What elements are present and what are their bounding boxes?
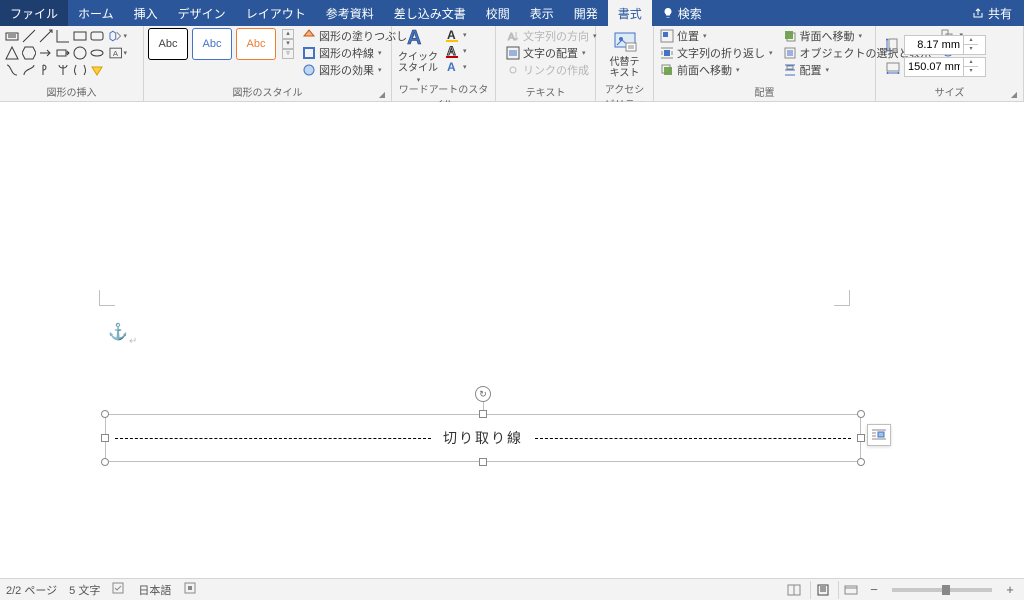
status-words[interactable]: 5 文字 bbox=[69, 582, 100, 598]
share-icon bbox=[972, 7, 984, 19]
tab-format[interactable]: 書式 bbox=[608, 0, 652, 26]
tab-review[interactable]: 校閲 bbox=[476, 0, 520, 26]
view-print-layout[interactable] bbox=[810, 581, 834, 599]
tab-view[interactable]: 表示 bbox=[520, 0, 564, 26]
zoom-thumb[interactable] bbox=[942, 585, 950, 595]
tab-references[interactable]: 参考資料 bbox=[316, 0, 384, 26]
height-icon bbox=[884, 36, 902, 54]
dashed-line-left bbox=[115, 438, 431, 439]
alt-text-button[interactable]: 代替テ キスト bbox=[603, 28, 647, 80]
view-web-layout[interactable] bbox=[838, 581, 862, 599]
group-arrange: 位置▾ 文字列の折り返し▾ 前面へ移動▾ 背面へ移動▾ オブジェクトの選択と表示… bbox=[654, 26, 876, 101]
shape-style-1[interactable]: Abc bbox=[148, 28, 188, 60]
create-link-button: リンクの作成 bbox=[506, 62, 597, 78]
group-shape-styles: Abc Abc Abc ▴▾▿ 図形の塗りつぶし▾ 図形の枠線▾ 図形の効果▾ … bbox=[144, 26, 392, 101]
align-text-button[interactable]: 文字の配置▾ bbox=[506, 45, 597, 61]
group-label-text: テキスト bbox=[500, 83, 591, 101]
spin-down[interactable]: ▾ bbox=[964, 45, 978, 54]
tab-design[interactable]: デザイン bbox=[168, 0, 236, 26]
width-icon bbox=[884, 58, 902, 76]
resize-handle-l[interactable] bbox=[101, 434, 109, 442]
dashed-line-right bbox=[535, 438, 851, 439]
svg-text:A: A bbox=[447, 28, 456, 42]
text-effects-button[interactable]: A▾ bbox=[444, 60, 467, 74]
status-language[interactable]: 日本語 bbox=[138, 582, 171, 598]
group-insert-shapes: ▾ A▾ 図形の挿入 bbox=[0, 26, 144, 101]
textbox-label: 切り取り線 bbox=[443, 428, 523, 448]
group-label-size: サイズ bbox=[935, 88, 965, 99]
svg-text:A: A bbox=[113, 48, 119, 57]
text-outline-button[interactable]: A▾ bbox=[444, 44, 467, 58]
shape-gallery[interactable] bbox=[4, 28, 105, 78]
rotate-handle[interactable]: ↻ bbox=[475, 386, 491, 402]
tab-file[interactable]: ファイル bbox=[0, 0, 68, 26]
document-area[interactable]: ⚓ ↵ ↻ 切り取り線 bbox=[0, 102, 1024, 578]
zoom-slider[interactable] bbox=[892, 588, 992, 592]
tab-bar: ファイル ホーム 挿入 デザイン レイアウト 参考資料 差し込み文書 校閲 表示… bbox=[0, 0, 1024, 26]
group-label-insert-shapes: 図形の挿入 bbox=[4, 83, 139, 101]
status-bar: 2/2 ページ 5 文字 日本語 − + bbox=[0, 578, 1024, 600]
shape-style-2[interactable]: Abc bbox=[192, 28, 232, 60]
zoom-in[interactable]: + bbox=[1002, 582, 1018, 597]
shape-height-input[interactable]: ▴▾ bbox=[904, 35, 986, 55]
dialog-launcher-icon[interactable]: ◢ bbox=[1011, 90, 1017, 99]
shape-style-more[interactable]: ▴▾▿ bbox=[282, 29, 294, 59]
spin-up[interactable]: ▴ bbox=[964, 58, 978, 67]
share-button[interactable]: 共有 bbox=[960, 0, 1024, 26]
share-label: 共有 bbox=[988, 5, 1012, 22]
spin-up[interactable]: ▴ bbox=[964, 36, 978, 45]
margin-corner-right bbox=[834, 290, 850, 306]
shape-width-input[interactable]: ▴▾ bbox=[904, 57, 986, 77]
svg-text:A: A bbox=[447, 60, 456, 74]
lightbulb-icon bbox=[662, 7, 674, 19]
shape-style-3[interactable]: Abc bbox=[236, 28, 276, 60]
status-page[interactable]: 2/2 ページ bbox=[6, 582, 57, 598]
ribbon: ▾ A▾ 図形の挿入 Abc Abc Abc ▴▾▿ 図形の塗りつぶし▾ 図形の… bbox=[0, 26, 1024, 102]
resize-handle-tl[interactable] bbox=[101, 410, 109, 418]
group-label-arrange: 配置 bbox=[658, 83, 871, 101]
group-accessibility: 代替テ キスト アクセシビリティ bbox=[596, 26, 654, 101]
resize-handle-br[interactable] bbox=[857, 458, 865, 466]
paragraph-mark: ↵ bbox=[129, 336, 137, 347]
resize-handle-bl[interactable] bbox=[101, 458, 109, 466]
page[interactable]: ⚓ ↵ ↻ 切り取り線 bbox=[83, 102, 878, 578]
tab-layout[interactable]: レイアウト bbox=[236, 0, 316, 26]
group-wordart-styles: A クイック スタイル▾ A▾ A▾ A▾ ワードアートのスタイル◢ bbox=[392, 26, 496, 101]
resize-handle-t[interactable] bbox=[479, 410, 487, 418]
layout-options-button[interactable] bbox=[867, 424, 891, 446]
resize-handle-tr[interactable] bbox=[857, 410, 865, 418]
search-label: 検索 bbox=[678, 5, 702, 22]
text-direction-button: A文字列の方向▾ bbox=[506, 28, 597, 44]
status-proofing-icon[interactable] bbox=[112, 581, 126, 598]
dialog-launcher-icon[interactable]: ◢ bbox=[379, 90, 385, 99]
tab-mailings[interactable]: 差し込み文書 bbox=[384, 0, 476, 26]
wrap-text-button[interactable]: 文字列の折り返し▾ bbox=[660, 45, 773, 61]
position-button[interactable]: 位置▾ bbox=[660, 28, 773, 44]
group-label-shape-styles: 図形のスタイル bbox=[233, 88, 303, 99]
svg-text:A: A bbox=[407, 27, 421, 49]
bring-forward-button[interactable]: 前面へ移動▾ bbox=[660, 62, 773, 78]
svg-text:A: A bbox=[508, 32, 515, 43]
status-macro-icon[interactable] bbox=[183, 581, 197, 598]
tell-me-search[interactable]: 検索 bbox=[652, 0, 712, 26]
textbox-content[interactable]: 切り取り線 bbox=[115, 420, 851, 456]
edit-shape-button[interactable]: ▾ bbox=[109, 28, 127, 43]
group-text: A文字列の方向▾ 文字の配置▾ リンクの作成 テキスト bbox=[496, 26, 596, 101]
tab-home[interactable]: ホーム bbox=[68, 0, 124, 26]
svg-text:A: A bbox=[447, 44, 456, 58]
tab-insert[interactable]: 挿入 bbox=[124, 0, 168, 26]
anchor-icon[interactable]: ⚓ bbox=[108, 322, 128, 342]
tab-developer[interactable]: 開発 bbox=[564, 0, 608, 26]
zoom-out[interactable]: − bbox=[866, 582, 882, 597]
selected-textbox[interactable]: ↻ 切り取り線 bbox=[105, 414, 861, 462]
spin-down[interactable]: ▾ bbox=[964, 67, 978, 76]
draw-textbox-button[interactable]: A▾ bbox=[109, 45, 127, 60]
view-read-mode[interactable] bbox=[782, 581, 806, 599]
resize-handle-r[interactable] bbox=[857, 434, 865, 442]
quick-styles-button[interactable]: A クイック スタイル▾ bbox=[396, 28, 440, 80]
margin-corner-left bbox=[99, 290, 115, 306]
resize-handle-b[interactable] bbox=[479, 458, 487, 466]
text-fill-button[interactable]: A▾ bbox=[444, 28, 467, 42]
group-size: ▴▾ ▴▾ サイズ◢ bbox=[876, 26, 1024, 101]
